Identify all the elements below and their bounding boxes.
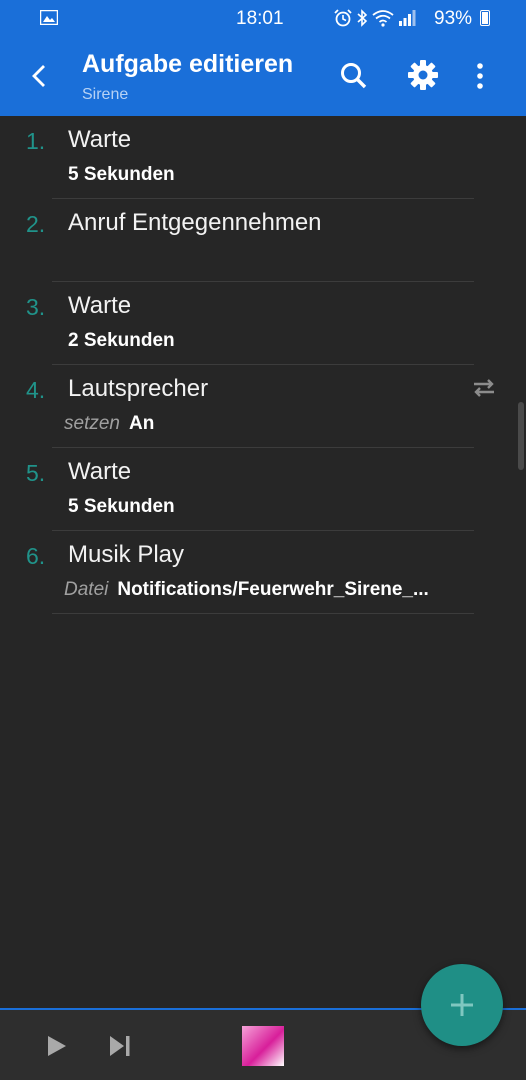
signal-icon <box>399 10 416 26</box>
action-number: 6. <box>26 543 46 569</box>
action-detail: setzen An <box>64 413 155 435</box>
action-item[interactable]: 1. Warte 5 Sekunden <box>0 116 526 199</box>
wifi-icon <box>372 10 394 27</box>
battery-icon <box>480 10 490 26</box>
action-list: 1. Warte 5 Sekunden 2. Anruf Entgegenneh… <box>0 116 526 614</box>
battery-percent: 93% <box>434 8 473 29</box>
divider <box>52 613 474 614</box>
plus-icon <box>451 994 473 1016</box>
app-bar: Aufgabe editieren Sirene <box>0 36 526 116</box>
action-name: Lautsprecher <box>68 375 209 402</box>
action-name: Warte <box>68 458 132 485</box>
gear-icon[interactable] <box>406 58 440 92</box>
add-action-button[interactable] <box>421 964 503 1046</box>
action-item[interactable]: 4. Lautsprecher setzen An <box>0 365 526 448</box>
action-item[interactable]: 2. Anruf Entgegennehmen <box>0 199 526 282</box>
bluetooth-icon <box>357 9 368 27</box>
more-vert-icon[interactable] <box>466 60 494 92</box>
status-bar: 18:01 93% <box>0 0 526 36</box>
action-number: 2. <box>26 211 46 237</box>
search-icon[interactable] <box>338 60 370 92</box>
action-detail-value: An <box>128 413 155 434</box>
status-time: 18:01 <box>236 8 284 29</box>
action-detail: Datei Notifications/Feuerwehr_Sirene_... <box>64 579 429 601</box>
action-detail-value: Notifications/Feuerwehr_Sirene_... <box>117 579 429 600</box>
action-detail-label: Datei <box>64 579 109 600</box>
action-number: 4. <box>26 377 46 403</box>
page-subtitle: Sirene <box>82 86 129 103</box>
action-item[interactable]: 3. Warte 2 Sekunden <box>0 282 526 365</box>
back-arrow-icon[interactable] <box>26 62 54 90</box>
action-number: 5. <box>26 460 46 486</box>
action-detail: 5 Sekunden <box>68 164 175 186</box>
action-detail: 2 Sekunden <box>68 330 175 352</box>
action-detail-label: setzen <box>64 413 120 434</box>
play-icon[interactable] <box>46 1034 68 1058</box>
action-name: Anruf Entgegennehmen <box>68 209 322 236</box>
action-number: 1. <box>26 128 46 154</box>
alarm-icon <box>334 9 352 27</box>
action-item[interactable]: 5. Warte 5 Sekunden <box>0 448 526 531</box>
action-detail-value: 5 Sekunden <box>68 164 175 185</box>
action-name: Musik Play <box>68 541 185 568</box>
page-title: Aufgabe editieren <box>82 50 294 78</box>
image-icon <box>40 10 58 25</box>
task-thumbnail[interactable] <box>242 1026 284 1066</box>
action-detail-value: 2 Sekunden <box>68 330 175 351</box>
action-number: 3. <box>26 294 46 320</box>
action-name: Warte <box>68 292 132 319</box>
action-detail: 5 Sekunden <box>68 496 175 518</box>
action-item[interactable]: 6. Musik Play Datei Notifications/Feuerwe… <box>0 531 526 614</box>
skip-next-icon[interactable] <box>108 1034 132 1058</box>
action-name: Warte <box>68 126 132 153</box>
action-detail-value: 5 Sekunden <box>68 496 175 517</box>
scrollbar[interactable] <box>518 402 524 470</box>
system-icons <box>334 9 416 27</box>
swap-icon[interactable] <box>470 377 498 399</box>
